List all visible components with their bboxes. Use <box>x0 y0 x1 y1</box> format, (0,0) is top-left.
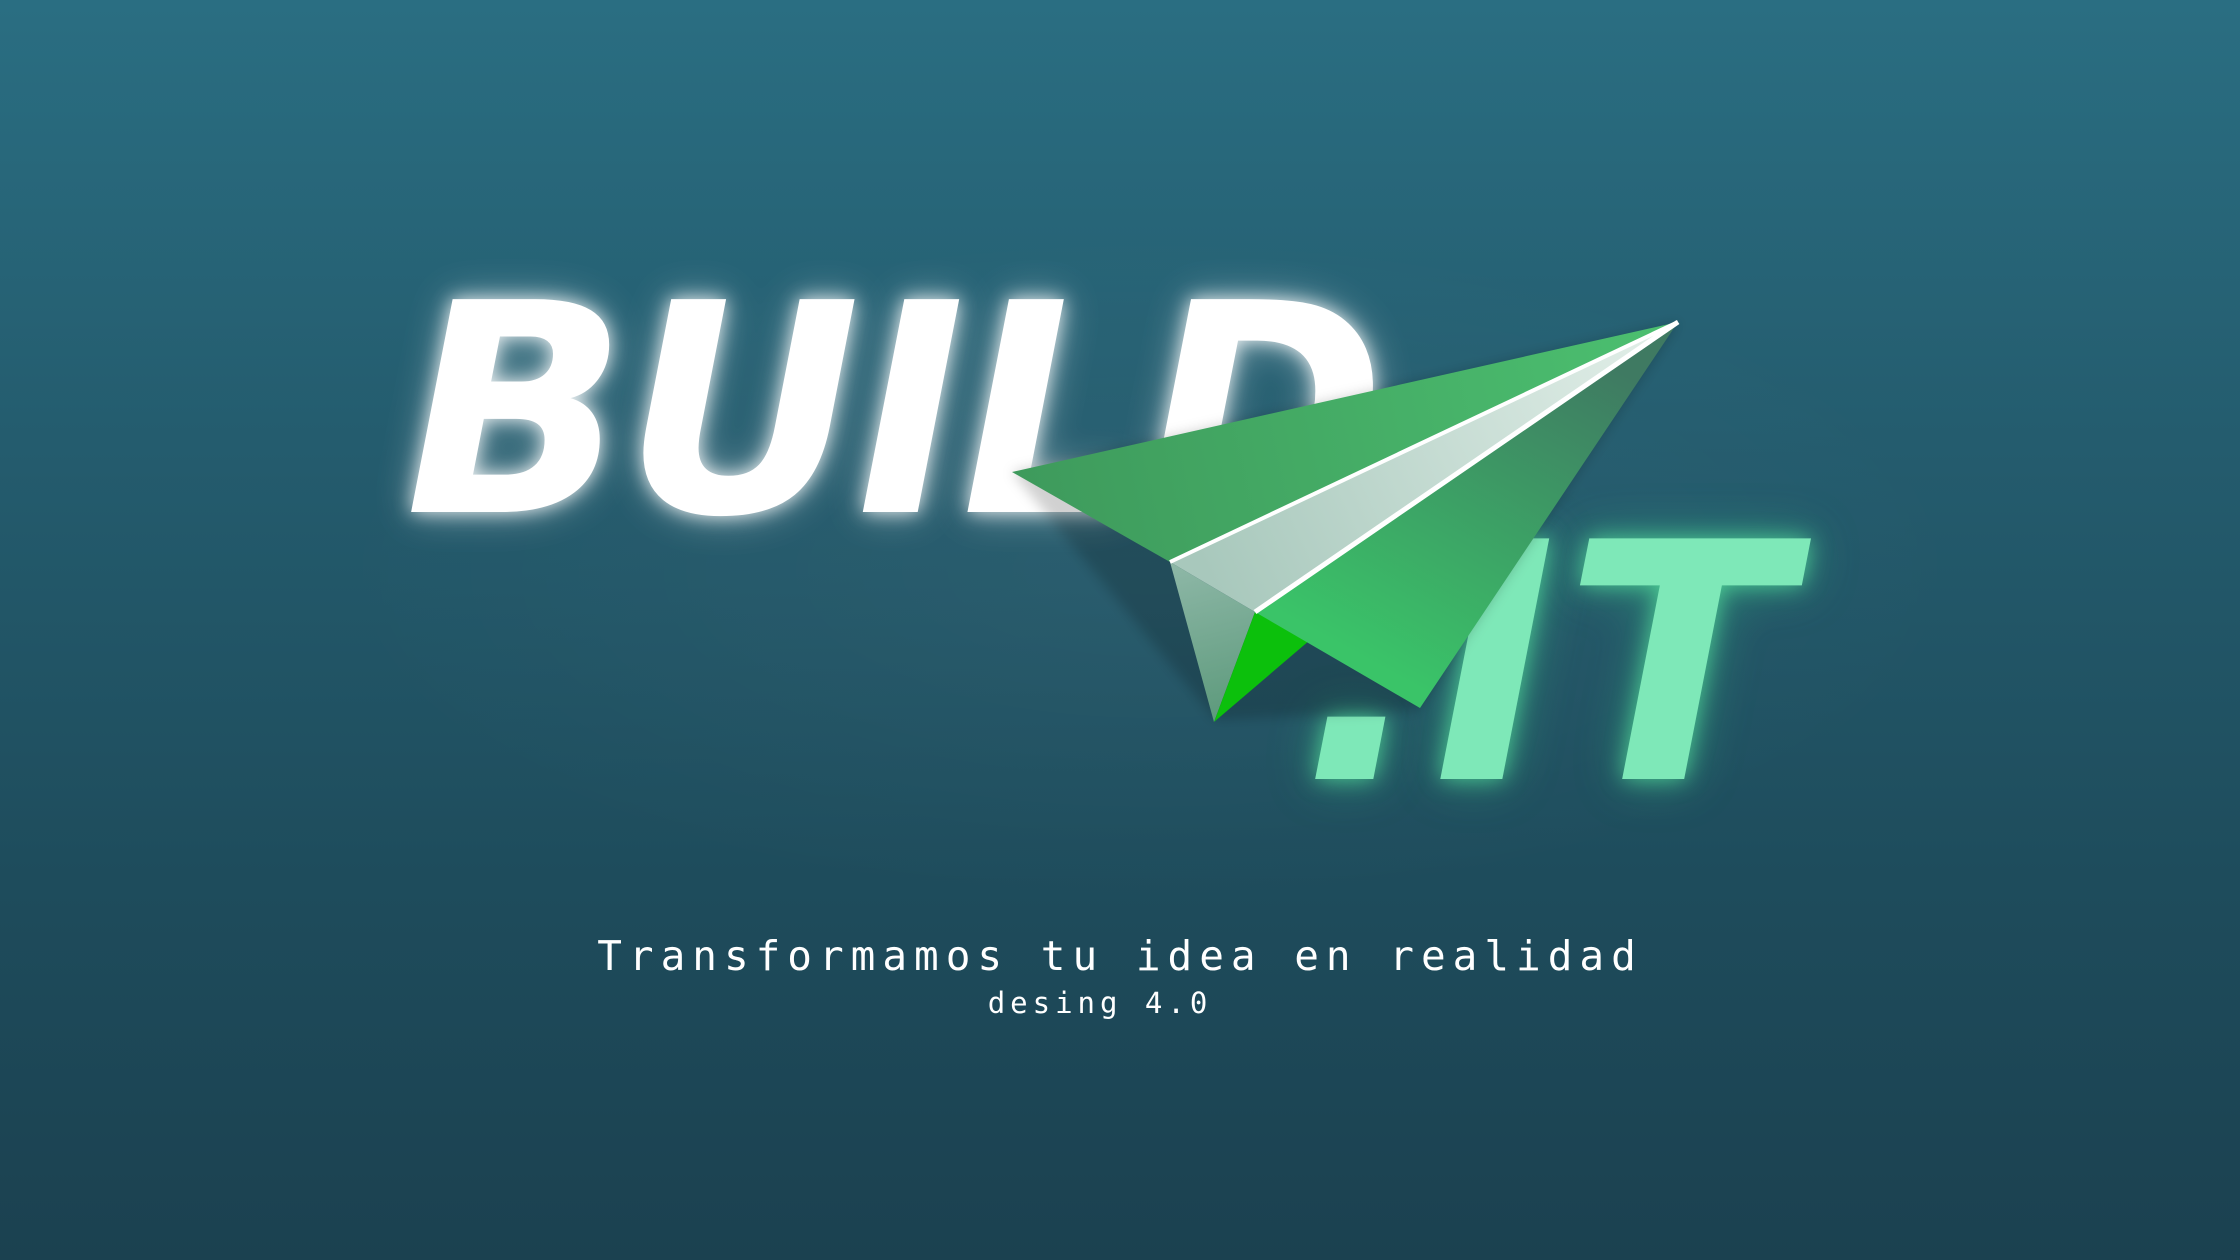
paper-plane-icon <box>1012 319 1680 722</box>
splash-screen: { "brand": { "name_main": "BUILD", "name… <box>0 0 2240 1260</box>
tagline: Transformamos tu idea en realidad <box>597 932 1643 980</box>
version-label: desing 4.0 <box>987 986 1213 1020</box>
build-it-logo: BUILD .IT <box>0 0 2240 1260</box>
